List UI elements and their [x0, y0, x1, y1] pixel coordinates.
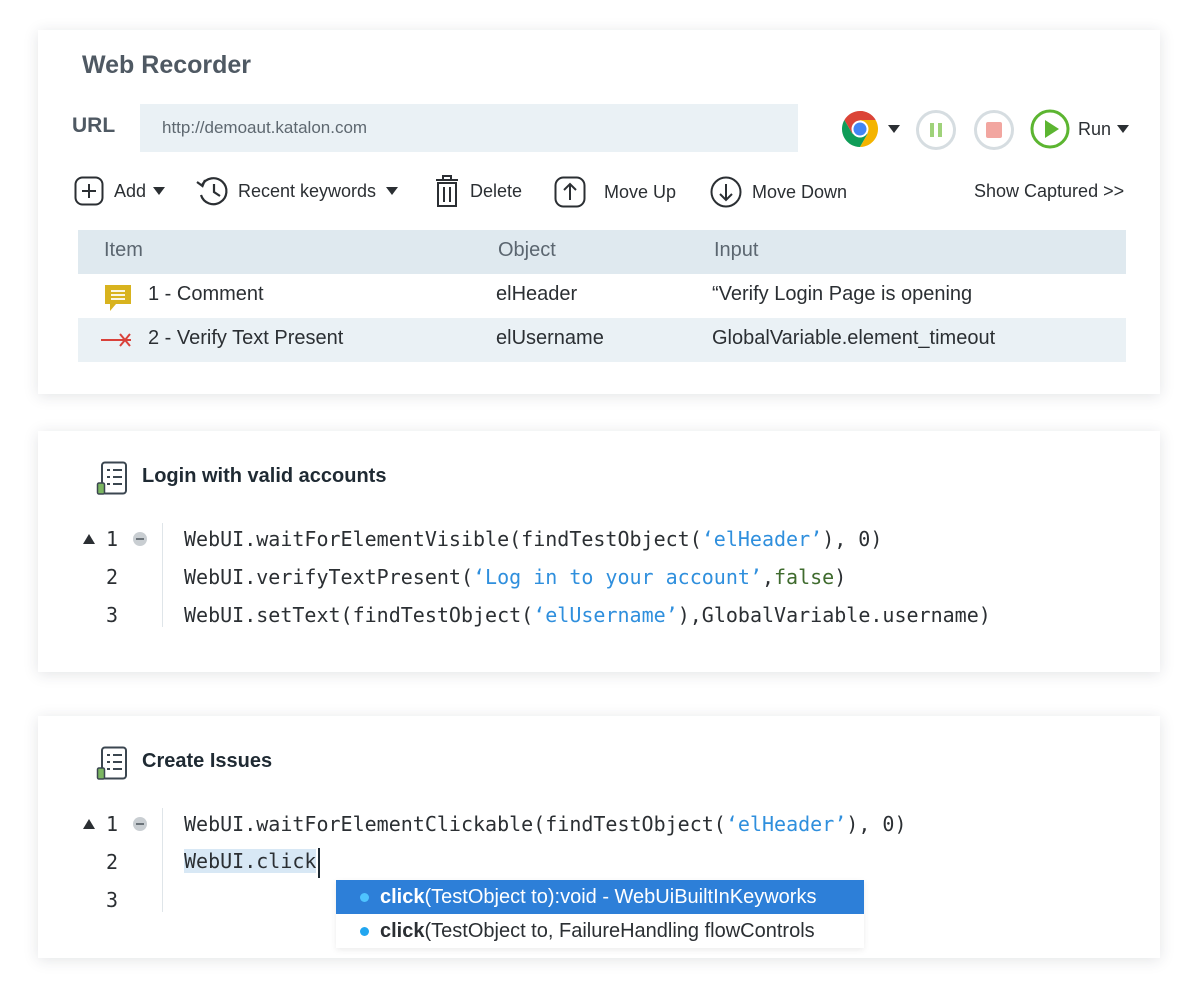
history-icon — [196, 177, 228, 206]
step-object: elHeader — [496, 283, 578, 305]
text-cursor — [318, 847, 321, 878]
column-header-object[interactable]: Object — [498, 239, 556, 262]
pause-button[interactable] — [916, 110, 956, 150]
test-case-icon — [96, 746, 127, 780]
gutter-divider — [162, 523, 163, 627]
play-icon — [1030, 109, 1070, 149]
add-button[interactable]: Add — [74, 176, 166, 206]
delete-button[interactable]: Delete — [434, 174, 522, 208]
line-number: 2 — [105, 565, 118, 589]
steps-table-header: Item Object Input — [78, 230, 1126, 274]
move-up-button[interactable]: Move Up — [554, 176, 676, 208]
script-title: Create Issues — [142, 750, 273, 772]
move-down-button[interactable]: Move Down — [710, 176, 847, 208]
pause-icon — [930, 123, 942, 137]
url-input[interactable] — [140, 104, 798, 152]
chevron-down-icon — [153, 187, 166, 195]
code-line[interactable]: WebUI.waitForElementClickable(findTestOb… — [184, 812, 907, 836]
move-up-label: Move Up — [604, 181, 677, 202]
code-line[interactable]: WebUI.click — [184, 846, 321, 878]
column-header-input[interactable]: Input — [714, 239, 758, 262]
autocomplete-popup: click (TestObject to):void - WebUiBuiltIn… — [336, 880, 864, 948]
step-item: 2 - Verify Text Present — [148, 327, 344, 349]
panel-title: Web Recorder — [82, 51, 252, 79]
stop-button[interactable] — [974, 110, 1014, 150]
verify-arrow-icon — [101, 333, 131, 347]
url-label: URL — [72, 114, 116, 137]
code-line[interactable]: WebUI.verifyTextPresent(‘Log in to your … — [184, 565, 846, 589]
table-row[interactable]: 2 - Verify Text Present elUsername Globa… — [78, 318, 1126, 362]
trash-icon — [436, 175, 458, 207]
script-title: Login with valid accounts — [142, 465, 387, 487]
script-editor-login: Login with valid accounts 1 2 3 WebUI.wa… — [38, 431, 1160, 672]
chevron-down-icon — [1117, 125, 1130, 133]
collapse-icon[interactable] — [133, 532, 147, 546]
run-label: Run — [1078, 118, 1112, 139]
step-input: GlobalVariable.element_timeout — [712, 327, 996, 349]
stop-icon — [986, 122, 1002, 138]
line-number: 1 — [105, 812, 118, 836]
browser-selector[interactable] — [840, 109, 900, 149]
recent-keywords-button[interactable]: Recent keywords — [194, 174, 399, 208]
arrow-up-icon — [554, 176, 586, 208]
test-case-icon — [96, 461, 127, 495]
chrome-icon — [841, 111, 879, 147]
step-input: “Verify Login Page is opening — [712, 283, 973, 305]
selected-text: WebUI.click — [184, 849, 317, 873]
recent-keywords-label: Recent keywords — [238, 180, 377, 201]
table-row[interactable]: 1 - Comment elHeader “Verify Login Page … — [78, 274, 1126, 318]
step-object: elUsername — [496, 327, 604, 349]
chevron-down-icon — [386, 187, 399, 195]
comment-icon — [105, 285, 131, 311]
step-item: 1 - Comment — [148, 283, 264, 305]
delete-label: Delete — [470, 180, 523, 201]
arrow-down-icon — [710, 176, 742, 208]
method-icon — [360, 927, 369, 936]
line-number: 3 — [105, 888, 118, 912]
show-captured-link[interactable]: Show Captured >> — [974, 181, 1124, 202]
code-line[interactable]: WebUI.waitForElementVisible(findTestObje… — [184, 527, 882, 551]
collapse-icon[interactable] — [133, 817, 147, 831]
run-button[interactable]: Run — [1030, 109, 1130, 149]
web-recorder-panel: Web Recorder URL Run — [38, 30, 1160, 394]
move-down-label: Move Down — [752, 181, 848, 202]
autocomplete-item[interactable]: click (TestObject to):void - WebUiBuiltIn… — [336, 880, 864, 914]
line-number: 2 — [105, 850, 118, 874]
line-number: 3 — [105, 603, 118, 627]
add-icon — [74, 176, 104, 206]
column-header-item[interactable]: Item — [104, 239, 143, 262]
add-label: Add — [114, 180, 147, 201]
code-line[interactable]: WebUI.setText(findTestObject(‘elUsername… — [184, 603, 991, 627]
chevron-down-icon — [888, 125, 900, 133]
autocomplete-item[interactable]: click (TestObject to, FailureHandling flo… — [336, 914, 864, 948]
gutter-divider — [162, 808, 163, 912]
line-number: 1 — [105, 527, 118, 551]
method-icon — [360, 893, 369, 902]
